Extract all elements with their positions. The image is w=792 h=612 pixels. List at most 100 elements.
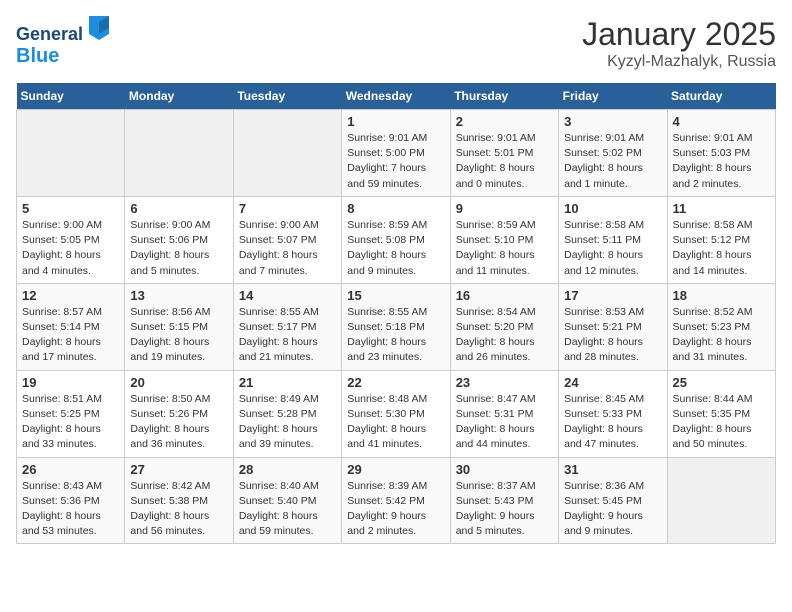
day-number: 17 [564, 288, 661, 303]
day-info: Sunrise: 9:01 AMSunset: 5:00 PMDaylight:… [347, 131, 444, 192]
day-number: 13 [130, 288, 227, 303]
day-info: Sunrise: 8:37 AMSunset: 5:43 PMDaylight:… [456, 479, 553, 540]
calendar-cell: 12 Sunrise: 8:57 AMSunset: 5:14 PMDayligh… [17, 283, 125, 370]
calendar-cell: 15 Sunrise: 8:55 AMSunset: 5:18 PMDayligh… [342, 283, 450, 370]
day-number: 26 [22, 462, 119, 477]
calendar-week-row: 19 Sunrise: 8:51 AMSunset: 5:25 PMDayligh… [17, 370, 776, 457]
day-info: Sunrise: 9:01 AMSunset: 5:03 PMDaylight:… [673, 131, 770, 192]
day-info: Sunrise: 8:48 AMSunset: 5:30 PMDaylight:… [347, 392, 444, 453]
calendar-body: 1 Sunrise: 9:01 AMSunset: 5:00 PMDaylight… [17, 110, 776, 544]
day-info: Sunrise: 8:56 AMSunset: 5:15 PMDaylight:… [130, 305, 227, 366]
day-number: 1 [347, 114, 444, 129]
day-number: 22 [347, 375, 444, 390]
month-title: January 2025 [582, 16, 776, 53]
calendar-cell: 23 Sunrise: 8:47 AMSunset: 5:31 PMDayligh… [450, 370, 558, 457]
weekday-row: SundayMondayTuesdayWednesdayThursdayFrid… [17, 83, 776, 110]
day-number: 12 [22, 288, 119, 303]
calendar-cell: 26Sunrise: 8:43 AMSunset: 5:36 PMDayligh… [17, 457, 125, 544]
day-number: 30 [456, 462, 553, 477]
day-info: Sunrise: 8:55 AMSunset: 5:18 PMDaylight:… [347, 305, 444, 366]
day-info: Sunrise: 8:40 AMSunset: 5:40 PMDaylight:… [239, 479, 336, 540]
day-info: Sunrise: 8:36 AMSunset: 5:45 PMDaylight:… [564, 479, 661, 540]
weekday-header: Tuesday [233, 83, 341, 110]
logo-icon [89, 16, 109, 40]
weekday-header: Thursday [450, 83, 558, 110]
day-info: Sunrise: 8:47 AMSunset: 5:31 PMDaylight:… [456, 392, 553, 453]
calendar-cell: 10 Sunrise: 8:58 AMSunset: 5:11 PMDayligh… [559, 196, 667, 283]
calendar-cell: 18 Sunrise: 8:52 AMSunset: 5:23 PMDayligh… [667, 283, 775, 370]
calendar-cell [233, 110, 341, 197]
day-number: 19 [22, 375, 119, 390]
calendar-cell: 24Sunrise: 8:45 AMSunset: 5:33 PMDayligh… [559, 370, 667, 457]
calendar-cell: 19 Sunrise: 8:51 AMSunset: 5:25 PMDayligh… [17, 370, 125, 457]
day-number: 21 [239, 375, 336, 390]
day-number: 23 [456, 375, 553, 390]
calendar-header: SundayMondayTuesdayWednesdayThursdayFrid… [17, 83, 776, 110]
day-number: 10 [564, 201, 661, 216]
logo-blue-text: Blue [16, 45, 59, 67]
calendar-cell: 31Sunrise: 8:36 AMSunset: 5:45 PMDayligh… [559, 457, 667, 544]
day-number: 15 [347, 288, 444, 303]
calendar-cell: 8 Sunrise: 8:59 AMSunset: 5:08 PMDaylight… [342, 196, 450, 283]
day-info: Sunrise: 8:49 AMSunset: 5:28 PMDaylight:… [239, 392, 336, 453]
day-number: 18 [673, 288, 770, 303]
day-info: Sunrise: 8:57 AMSunset: 5:14 PMDaylight:… [22, 305, 119, 366]
logo-text: General [16, 16, 109, 45]
calendar-week-row: 26Sunrise: 8:43 AMSunset: 5:36 PMDayligh… [17, 457, 776, 544]
logo: General Blue [16, 16, 109, 67]
weekday-header: Friday [559, 83, 667, 110]
day-number: 14 [239, 288, 336, 303]
calendar-cell: 17Sunrise: 8:53 AMSunset: 5:21 PMDayligh… [559, 283, 667, 370]
day-number: 2 [456, 114, 553, 129]
day-number: 4 [673, 114, 770, 129]
day-info: Sunrise: 8:54 AMSunset: 5:20 PMDaylight:… [456, 305, 553, 366]
calendar-cell: 22 Sunrise: 8:48 AMSunset: 5:30 PMDayligh… [342, 370, 450, 457]
day-number: 20 [130, 375, 227, 390]
calendar-cell: 11Sunrise: 8:58 AMSunset: 5:12 PMDayligh… [667, 196, 775, 283]
day-number: 25 [673, 375, 770, 390]
day-info: Sunrise: 9:00 AMSunset: 5:06 PMDaylight:… [130, 218, 227, 279]
day-number: 8 [347, 201, 444, 216]
day-info: Sunrise: 8:59 AMSunset: 5:10 PMDaylight:… [456, 218, 553, 279]
calendar-cell: 14 Sunrise: 8:55 AMSunset: 5:17 PMDayligh… [233, 283, 341, 370]
day-number: 9 [456, 201, 553, 216]
day-number: 6 [130, 201, 227, 216]
day-info: Sunrise: 8:45 AMSunset: 5:33 PMDaylight:… [564, 392, 661, 453]
day-number: 27 [130, 462, 227, 477]
day-number: 28 [239, 462, 336, 477]
day-info: Sunrise: 8:44 AMSunset: 5:35 PMDaylight:… [673, 392, 770, 453]
location: Kyzyl-Mazhalyk, Russia [582, 53, 776, 71]
day-info: Sunrise: 8:59 AMSunset: 5:08 PMDaylight:… [347, 218, 444, 279]
day-info: Sunrise: 8:55 AMSunset: 5:17 PMDaylight:… [239, 305, 336, 366]
calendar-cell: 4 Sunrise: 9:01 AMSunset: 5:03 PMDaylight… [667, 110, 775, 197]
logo-general: General [16, 24, 83, 44]
calendar-cell: 9 Sunrise: 8:59 AMSunset: 5:10 PMDaylight… [450, 196, 558, 283]
day-info: Sunrise: 8:58 AMSunset: 5:11 PMDaylight:… [564, 218, 661, 279]
day-number: 29 [347, 462, 444, 477]
day-number: 7 [239, 201, 336, 216]
calendar-cell: 5 Sunrise: 9:00 AMSunset: 5:05 PMDaylight… [17, 196, 125, 283]
day-info: Sunrise: 9:00 AMSunset: 5:05 PMDaylight:… [22, 218, 119, 279]
calendar-week-row: 1 Sunrise: 9:01 AMSunset: 5:00 PMDaylight… [17, 110, 776, 197]
calendar-cell: 21 Sunrise: 8:49 AMSunset: 5:28 PMDayligh… [233, 370, 341, 457]
calendar-cell: 28 Sunrise: 8:40 AMSunset: 5:40 PMDayligh… [233, 457, 341, 544]
calendar-cell [667, 457, 775, 544]
calendar-cell: 7Sunrise: 9:00 AMSunset: 5:07 PMDaylight… [233, 196, 341, 283]
day-info: Sunrise: 8:51 AMSunset: 5:25 PMDaylight:… [22, 392, 119, 453]
calendar-week-row: 5 Sunrise: 9:00 AMSunset: 5:05 PMDaylight… [17, 196, 776, 283]
calendar-cell: 20 Sunrise: 8:50 AMSunset: 5:26 PMDayligh… [125, 370, 233, 457]
calendar-cell: 3 Sunrise: 9:01 AMSunset: 5:02 PMDaylight… [559, 110, 667, 197]
day-number: 3 [564, 114, 661, 129]
calendar-table: SundayMondayTuesdayWednesdayThursdayFrid… [16, 83, 776, 544]
day-number: 11 [673, 201, 770, 216]
weekday-header: Saturday [667, 83, 775, 110]
calendar-cell: 1 Sunrise: 9:01 AMSunset: 5:00 PMDaylight… [342, 110, 450, 197]
calendar-cell: 16Sunrise: 8:54 AMSunset: 5:20 PMDayligh… [450, 283, 558, 370]
day-info: Sunrise: 8:50 AMSunset: 5:26 PMDaylight:… [130, 392, 227, 453]
calendar-cell: 30 Sunrise: 8:37 AMSunset: 5:43 PMDayligh… [450, 457, 558, 544]
day-info: Sunrise: 8:52 AMSunset: 5:23 PMDaylight:… [673, 305, 770, 366]
weekday-header: Monday [125, 83, 233, 110]
day-info: Sunrise: 9:01 AMSunset: 5:02 PMDaylight:… [564, 131, 661, 192]
day-number: 5 [22, 201, 119, 216]
calendar-cell [17, 110, 125, 197]
